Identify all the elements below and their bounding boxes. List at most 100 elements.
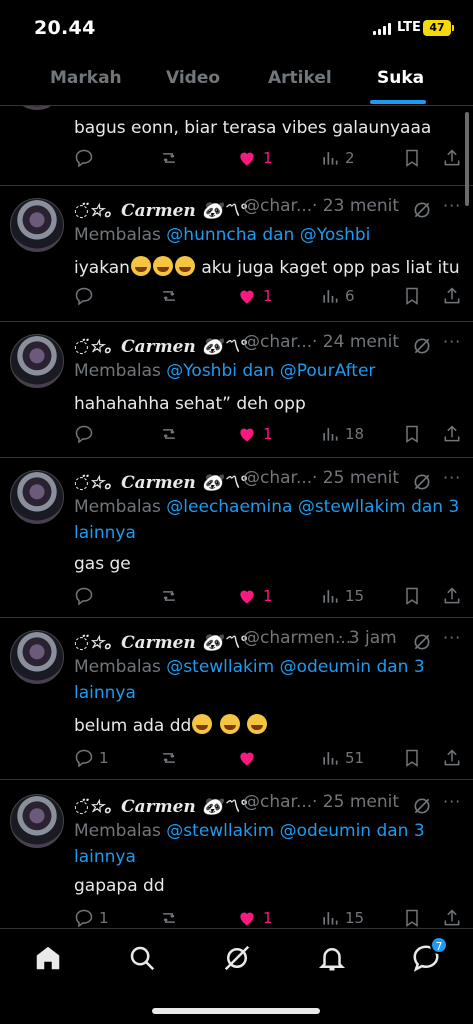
user-handle[interactable]: @char... xyxy=(243,332,312,352)
views-button[interactable]: 18 xyxy=(320,424,364,444)
reply-mentions[interactable]: @hunncha dan @Yoshbi xyxy=(166,225,370,245)
reply-mentions[interactable]: @Yoshbi dan @PourAfter xyxy=(166,361,375,381)
views-button[interactable]: 15 xyxy=(320,908,364,928)
retweet-button[interactable] xyxy=(158,586,185,606)
avatar[interactable] xyxy=(10,630,64,684)
more-options-icon[interactable]: ··· xyxy=(443,628,461,647)
bookmark-icon xyxy=(406,425,418,443)
tab-video[interactable]: Video xyxy=(166,68,220,88)
retweet-button[interactable] xyxy=(158,286,185,306)
reply-button[interactable]: 1 xyxy=(74,908,109,928)
bookmark-button[interactable] xyxy=(402,908,422,928)
views-button[interactable]: 15 xyxy=(320,586,364,606)
like-button[interactable]: 1 xyxy=(236,148,273,168)
bookmark-button[interactable] xyxy=(402,424,422,444)
reply-button[interactable]: 1 xyxy=(74,748,109,768)
retweet-icon xyxy=(163,153,175,163)
share-icon xyxy=(444,587,460,604)
battery-icon: 47 xyxy=(423,20,451,36)
like-button[interactable] xyxy=(236,748,263,768)
notifications-bell-icon[interactable] xyxy=(317,943,347,973)
post[interactable]: bagus eonn, biar terasa vibes galaunyaaa… xyxy=(0,106,473,186)
retweet-icon xyxy=(163,429,175,439)
like-button[interactable]: 1 xyxy=(236,286,273,306)
more-options-icon[interactable]: ··· xyxy=(443,196,461,215)
tab-markah[interactable]: Markah xyxy=(50,68,122,88)
like-button[interactable]: 1 xyxy=(236,586,273,606)
bookmark-button[interactable] xyxy=(402,286,422,306)
home-icon[interactable] xyxy=(33,943,63,973)
tab-suka[interactable]: Suka xyxy=(377,68,424,88)
more-options-icon[interactable]: ··· xyxy=(443,332,461,351)
post-time: · 3 jam xyxy=(338,628,397,648)
display-name[interactable]: ◌̈☆。𝑪𝒂𝒓𝒎𝒆𝒏 🐼〽° xyxy=(74,628,248,653)
retweet-button[interactable] xyxy=(158,148,185,168)
reply-button[interactable] xyxy=(74,586,99,606)
post[interactable]: ◌̈☆。𝑪𝒂𝒓𝒎𝒆𝒏 🐼〽° @char... · 23 menit ··· M… xyxy=(0,186,473,322)
like-button[interactable]: 1 xyxy=(236,908,273,928)
likes-feed[interactable]: bagus eonn, biar terasa vibes galaunyaaa… xyxy=(0,106,473,928)
views-icon xyxy=(323,752,338,765)
bookmark-button[interactable] xyxy=(402,748,422,768)
display-name[interactable]: ◌̈☆。𝑪𝒂𝒓𝒎𝒆𝒏 🐼〽° xyxy=(74,468,248,493)
grok-icon[interactable] xyxy=(412,632,432,652)
avatar[interactable] xyxy=(10,334,64,388)
share-button[interactable] xyxy=(442,148,462,168)
reply-button[interactable] xyxy=(74,424,99,444)
display-name[interactable]: ◌̈☆。𝑪𝒂𝒓𝒎𝒆𝒏 🐼〽° xyxy=(74,196,248,221)
active-tab-indicator xyxy=(370,100,426,104)
user-handle[interactable]: @char... xyxy=(243,196,312,216)
views-button[interactable]: 51 xyxy=(320,748,364,768)
retweet-button[interactable] xyxy=(158,424,185,444)
grok-icon[interactable] xyxy=(222,943,252,973)
reply-button[interactable] xyxy=(74,148,99,168)
user-handle[interactable]: @char... xyxy=(243,792,312,812)
post-text: bagus eonn, biar terasa vibes galaunyaaa xyxy=(74,118,432,138)
scrollbar[interactable] xyxy=(465,112,469,206)
post-text-suffix: aku juga kaget opp pas liat itu xyxy=(195,258,460,278)
reply-button[interactable] xyxy=(74,286,99,306)
more-options-icon[interactable]: ··· xyxy=(443,468,461,487)
post[interactable]: ◌̈☆。𝑪𝒂𝒓𝒎𝒆𝒏 🐼〽° @char... · 25 menit ··· M… xyxy=(0,458,473,618)
post-actions: 1 1 15 xyxy=(74,908,464,928)
views-button[interactable]: 2 xyxy=(320,148,355,168)
share-button[interactable] xyxy=(442,908,462,928)
grok-icon[interactable] xyxy=(412,472,432,492)
like-button[interactable]: 1 xyxy=(236,424,273,444)
post-actions: 1 2 xyxy=(74,148,464,172)
more-options-icon[interactable]: ··· xyxy=(443,792,461,811)
display-name[interactable]: ◌̈☆。𝑪𝒂𝒓𝒎𝒆𝒏 🐼〽° xyxy=(74,332,248,357)
search-icon[interactable] xyxy=(127,943,157,973)
post-time: · 25 menit xyxy=(312,792,400,812)
user-handle[interactable]: @charmen... xyxy=(243,628,351,648)
grok-icon[interactable] xyxy=(412,796,432,816)
post-time: · 25 menit xyxy=(312,468,400,488)
avatar[interactable] xyxy=(10,794,64,848)
user-handle[interactable]: @char... xyxy=(243,468,312,488)
retweet-button[interactable] xyxy=(158,908,185,928)
post[interactable]: ◌̈☆。𝑪𝒂𝒓𝒎𝒆𝒏 🐼〽° @char... · 24 menit ··· M… xyxy=(0,322,473,458)
retweet-button[interactable] xyxy=(158,748,185,768)
post[interactable]: ◌̈☆。𝑪𝒂𝒓𝒎𝒆𝒏 🐼〽° @char... · 25 menit ··· M… xyxy=(0,780,473,928)
share-icon xyxy=(444,149,460,166)
views-icon xyxy=(323,290,338,303)
views-button[interactable]: 6 xyxy=(320,286,355,306)
share-button[interactable] xyxy=(442,286,462,306)
grok-icon[interactable] xyxy=(412,336,432,356)
share-button[interactable] xyxy=(442,424,462,444)
reply-context: Membalas @stewllakim @odeumin dan 3 lain… xyxy=(74,654,464,706)
reply-icon xyxy=(75,287,93,306)
share-button[interactable] xyxy=(442,748,462,768)
display-name[interactable]: ◌̈☆。𝑪𝒂𝒓𝒎𝒆𝒏 🐼〽° xyxy=(74,792,248,817)
grok-icon[interactable] xyxy=(412,200,432,220)
tab-artikel[interactable]: Artikel xyxy=(268,68,332,88)
avatar[interactable] xyxy=(10,198,64,252)
bookmark-button[interactable] xyxy=(402,586,422,606)
bookmark-icon xyxy=(406,287,418,305)
bookmark-button[interactable] xyxy=(402,148,422,168)
avatar[interactable] xyxy=(10,470,64,524)
avatar[interactable] xyxy=(10,106,64,110)
loudly-crying-emoji xyxy=(152,256,173,276)
share-button[interactable] xyxy=(442,586,462,606)
post[interactable]: ◌̈☆。𝑪𝒂𝒓𝒎𝒆𝒏 🐼〽° @charmen... · 3 jam ··· M… xyxy=(0,618,473,780)
